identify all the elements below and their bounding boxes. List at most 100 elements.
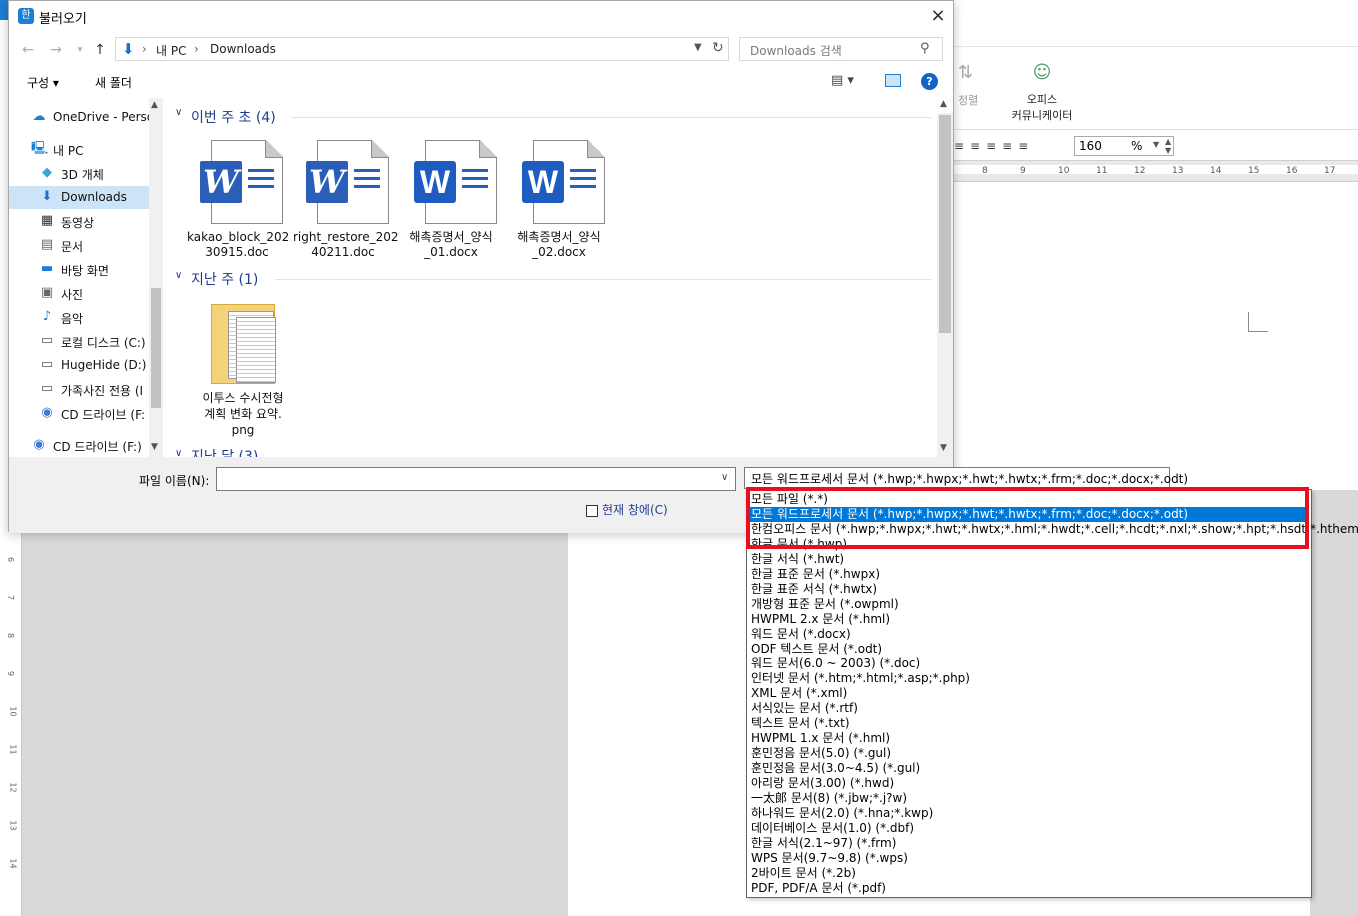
file-type-option[interactable]: 2바이트 문서 (*.2b) [749, 866, 1309, 881]
nav-item[interactable]: ◉ CD 드라이브 (F:) [9, 434, 149, 457]
ruler-tick-label: 9 [1020, 166, 1026, 176]
scroll-down-icon[interactable]: ▼ [151, 442, 158, 452]
scroll-down-icon[interactable]: ▼ [940, 443, 947, 453]
organize-button[interactable]: 구성 ▾ [27, 74, 59, 91]
preview-pane-icon[interactable] [885, 74, 901, 87]
zoom-combo[interactable]: 160 % ▼ ▲ ▼ [1074, 136, 1174, 156]
file-type-option[interactable]: 모든 워드프로세서 문서 (*.hwp;*.hwpx;*.hwt;*.hwtx;… [749, 506, 1309, 522]
breadcrumb-my-pc[interactable]: 내 PC [156, 42, 186, 59]
filename-input[interactable] [216, 467, 736, 491]
scroll-up-icon[interactable]: ▲ [940, 99, 947, 109]
file-type-option[interactable]: PDF, PDF/A 문서 (*.pdf) [749, 881, 1309, 896]
open-in-current-checkbox[interactable] [586, 505, 598, 517]
vruler-tick-label: 10 [8, 706, 18, 717]
file-type-option[interactable]: 한글 서식(2.1~97) (*.frm) [749, 836, 1309, 851]
file-type-option[interactable]: 모든 파일 (*.*) [749, 492, 1309, 507]
view-options-icon[interactable]: ▤ ▾ [831, 73, 854, 88]
file-type-option[interactable]: 데이터베이스 문서(1.0) (*.dbf) [749, 821, 1309, 836]
back-arrow-icon[interactable]: ← [19, 41, 37, 59]
file-type-option[interactable]: 훈민정음 문서(5.0) (*.gul) [749, 746, 1309, 761]
nav-item[interactable]: ◉ CD 드라이브 (F: [9, 402, 149, 425]
collapse-chevron-icon[interactable]: ∨ [175, 270, 182, 281]
file-type-option[interactable]: 한글 표준 문서 (*.hwpx) [749, 567, 1309, 582]
ruler-tick-label: 8 [982, 166, 988, 176]
nav-item[interactable]: ▤ 문서 [9, 234, 149, 257]
search-box[interactable]: Downloads 검색 ⚲ [739, 37, 943, 61]
title-bar[interactable]: 한 불러오기 × [9, 1, 953, 33]
file-item[interactable]: W right_restore_202 40211.doc [293, 138, 399, 263]
nav-item-label: 로컬 디스크 (C:) [61, 336, 146, 350]
nav-item[interactable]: ☁ OneDrive - Persor [9, 106, 150, 129]
file-type-option[interactable]: 한글 서식 (*.hwt) [749, 552, 1309, 567]
nav-item[interactable]: ◆ 3D 개체 [9, 162, 149, 185]
nav-item[interactable]: ▬ 바탕 화면 [9, 258, 149, 281]
collapse-chevron-icon[interactable]: ∨ [175, 107, 182, 118]
up-arrow-icon[interactable]: ↑ [91, 41, 109, 59]
nav-item[interactable]: ▭ 가족사진 전용 (I [9, 378, 149, 401]
file-type-option[interactable]: 훈민정음 문서(3.0~4.5) (*.gul) [749, 761, 1309, 776]
nav-item[interactable]: ▣ 사진 [9, 282, 149, 305]
file-item[interactable]: W 해촉증명서_양식 _01.docx [401, 138, 501, 263]
sort-icon[interactable]: ⇅ [958, 62, 982, 86]
file-name: 해촉증명서_양식 [409, 230, 493, 244]
recent-dropdown-icon[interactable]: ▾ [71, 41, 89, 59]
address-bar[interactable]: ⬇ › 내 PC › Downloads ▼ ↻ [115, 37, 729, 61]
file-type-option[interactable]: 한컴오피스 문서 (*.hwp;*.hwpx;*.hwt;*.hwtx;*.hm… [749, 522, 1358, 537]
chevron-down-icon[interactable]: ▼ [694, 42, 702, 53]
new-folder-button[interactable]: 새 폴더 [95, 74, 132, 91]
file-type-option[interactable]: 아리랑 문서(3.00) (*.hwd) [749, 776, 1309, 791]
nav-item-label: 3D 개체 [61, 168, 104, 182]
file-type-option[interactable]: 텍스트 문서 (*.txt) [749, 716, 1309, 731]
communicator-icon[interactable]: ☺ [1030, 62, 1054, 86]
search-icon[interactable]: ⚲ [920, 41, 930, 56]
help-icon[interactable]: ? [921, 73, 938, 90]
file-item[interactable]: W 해촉증명서_양식 _02.docx [509, 138, 609, 263]
file-type-option[interactable]: 개방형 표준 문서 (*.owpml) [749, 597, 1309, 612]
nav-scrollbar-thumb[interactable] [151, 288, 161, 408]
file-type-option[interactable]: 워드 문서 (*.docx) [749, 627, 1309, 642]
breadcrumb-downloads[interactable]: Downloads [210, 42, 276, 56]
file-type-option[interactable]: HWPML 1.x 문서 (*.hml) [749, 731, 1309, 746]
file-item[interactable]: W kakao_block_202 30915.doc [187, 138, 289, 263]
file-type-option[interactable]: 하나워드 문서(2.0) (*.hna;*.kwp) [749, 806, 1309, 821]
hancom-app-icon: 한 [18, 8, 34, 24]
nav-item[interactable]: ♪ 음악 [9, 306, 149, 329]
file-type-option[interactable]: HWPML 2.x 문서 (*.hml) [749, 612, 1309, 627]
group-header-last-week[interactable]: 지난 주 (1) [191, 269, 258, 289]
film-icon: ▦ [40, 213, 54, 228]
file-item[interactable]: 이투스 수시전형 계획 변화 요약. png [193, 302, 293, 442]
close-button[interactable]: × [925, 5, 951, 29]
file-list: ∨ 이번 주 초 (4) W kakao_block_202 30915.doc… [165, 98, 953, 457]
content-scrollbar-thumb[interactable] [939, 115, 951, 333]
chevron-down-icon: ▼ [1153, 140, 1160, 149]
file-type-option[interactable]: 서식있는 문서 (*.rtf) [749, 701, 1309, 716]
nav-item[interactable]: 🖳 내 PC [9, 138, 149, 161]
group-header-this-week[interactable]: 이번 주 초 (4) [191, 107, 276, 127]
chevron-down-icon[interactable]: ∨ [721, 472, 728, 483]
refresh-icon[interactable]: ↻ [712, 40, 724, 56]
ruler-tick-label: 14 [1210, 166, 1222, 176]
open-in-current-label[interactable]: 현재 창에(C) [602, 501, 668, 518]
desktop-icon: ▬ [40, 261, 54, 276]
nav-item[interactable]: ▭ HugeHide (D:) [9, 354, 149, 377]
ribbon-community-label-1: 오피스 [1026, 93, 1058, 106]
word-doc-icon: W [306, 140, 389, 224]
align-buttons[interactable]: ≡≡≡≡≡ [954, 139, 1034, 153]
file-type-option[interactable]: 한글 문서 (*.hwp) [749, 537, 1309, 552]
file-type-option[interactable]: WPS 문서(9.7~9.8) (*.wps) [749, 851, 1309, 866]
file-type-option[interactable]: 一太郞 문서(8) (*.jbw;*.j?w) [749, 791, 1309, 806]
collapse-chevron-icon[interactable]: ∨ [175, 448, 182, 457]
nav-item[interactable]: ▦ 동영상 [9, 210, 149, 233]
file-type-option[interactable]: 인터넷 문서 (*.htm;*.html;*.asp;*.php) [749, 671, 1309, 686]
file-type-option[interactable]: 워드 문서(6.0 ~ 2003) (*.doc) [749, 656, 1309, 671]
nav-item[interactable]: ▭ 로컬 디스크 (C:) [9, 330, 149, 353]
file-type-option[interactable]: XML 문서 (*.xml) [749, 686, 1309, 701]
file-type-option[interactable]: ODF 텍스트 문서 (*.odt) [749, 642, 1309, 657]
group-header-last-month[interactable]: 지난 달 (3) [191, 446, 258, 457]
file-type-option[interactable]: 한글 표준 서식 (*.hwtx) [749, 582, 1309, 597]
nav-item[interactable]: ⬇ Downloads [9, 186, 149, 209]
file-name: 해촉증명서_양식 [517, 230, 601, 244]
scroll-up-icon[interactable]: ▲ [151, 100, 158, 110]
file-type-select[interactable]: 모든 워드프로세서 문서 (*.hwp;*.hwpx;*.hwt;*.hwtx;… [744, 467, 1188, 489]
forward-arrow-icon[interactable]: → [47, 41, 65, 59]
